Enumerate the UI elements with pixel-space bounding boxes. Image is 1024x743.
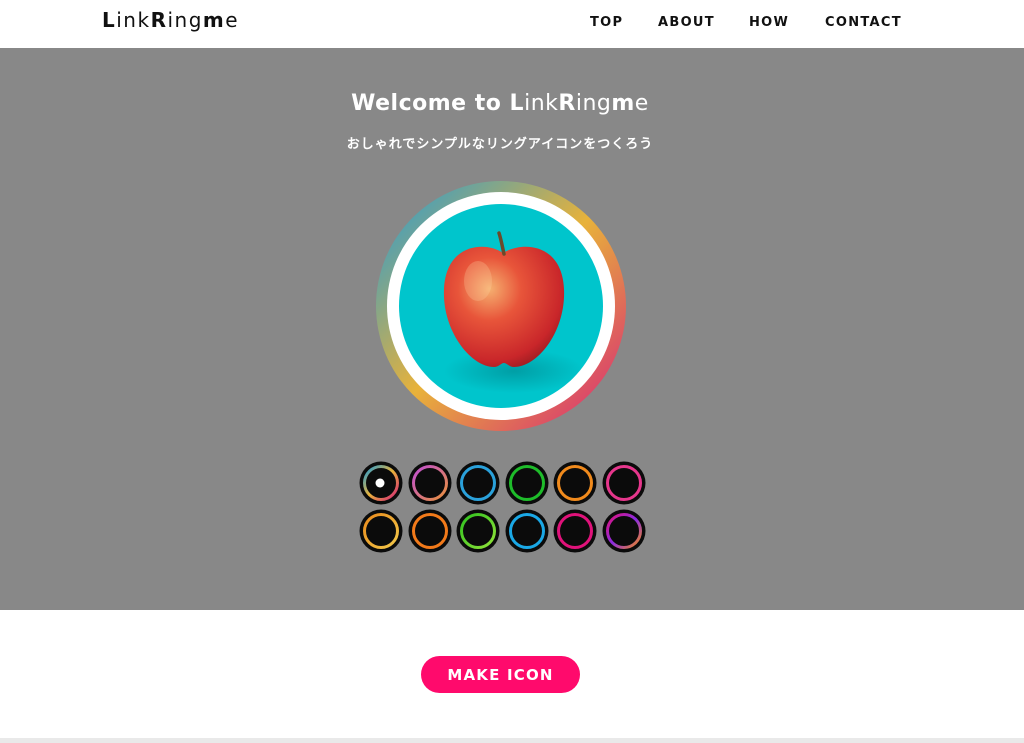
nav-contact[interactable]: CONTACT: [825, 15, 902, 30]
ring-swatch-3[interactable]: [456, 461, 500, 505]
hero-subtitle: おしゃれでシンプルなリングアイコンをつくろう: [346, 137, 654, 152]
ring-swatch-2[interactable]: [408, 461, 452, 505]
ring-swatch-12[interactable]: [602, 509, 646, 553]
ring-swatch-10[interactable]: [505, 509, 549, 553]
ring-swatch-5[interactable]: [553, 461, 597, 505]
cta-section: MAKE ICON: [0, 610, 1024, 738]
selected-indicator-icon: [375, 478, 385, 488]
site-logo[interactable]: LinkRingme: [102, 8, 239, 32]
ring-swatch-1[interactable]: [359, 461, 403, 505]
ring-swatch-8[interactable]: [408, 509, 452, 553]
footer-divider: [0, 738, 1024, 743]
nav-top[interactable]: TOP: [590, 15, 623, 30]
ring-swatch-4[interactable]: [505, 461, 549, 505]
hero-title: Welcome to LinkRingme: [351, 91, 649, 116]
make-icon-button[interactable]: MAKE ICON: [421, 656, 580, 693]
nav-about[interactable]: ABOUT: [658, 15, 715, 30]
nav-how[interactable]: HOW: [749, 15, 789, 30]
ring-swatch-11[interactable]: [553, 509, 597, 553]
ring-swatch-9[interactable]: [456, 509, 500, 553]
icon-preview: [376, 181, 626, 431]
hero-section: Welcome to LinkRingme おしゃれでシンプルなリングアイコンを…: [0, 48, 1024, 610]
ring-swatch-7[interactable]: [359, 509, 403, 553]
ring-swatch-6[interactable]: [602, 461, 646, 505]
site-header: LinkRingme TOP ABOUT HOW CONTACT: [0, 0, 1024, 48]
